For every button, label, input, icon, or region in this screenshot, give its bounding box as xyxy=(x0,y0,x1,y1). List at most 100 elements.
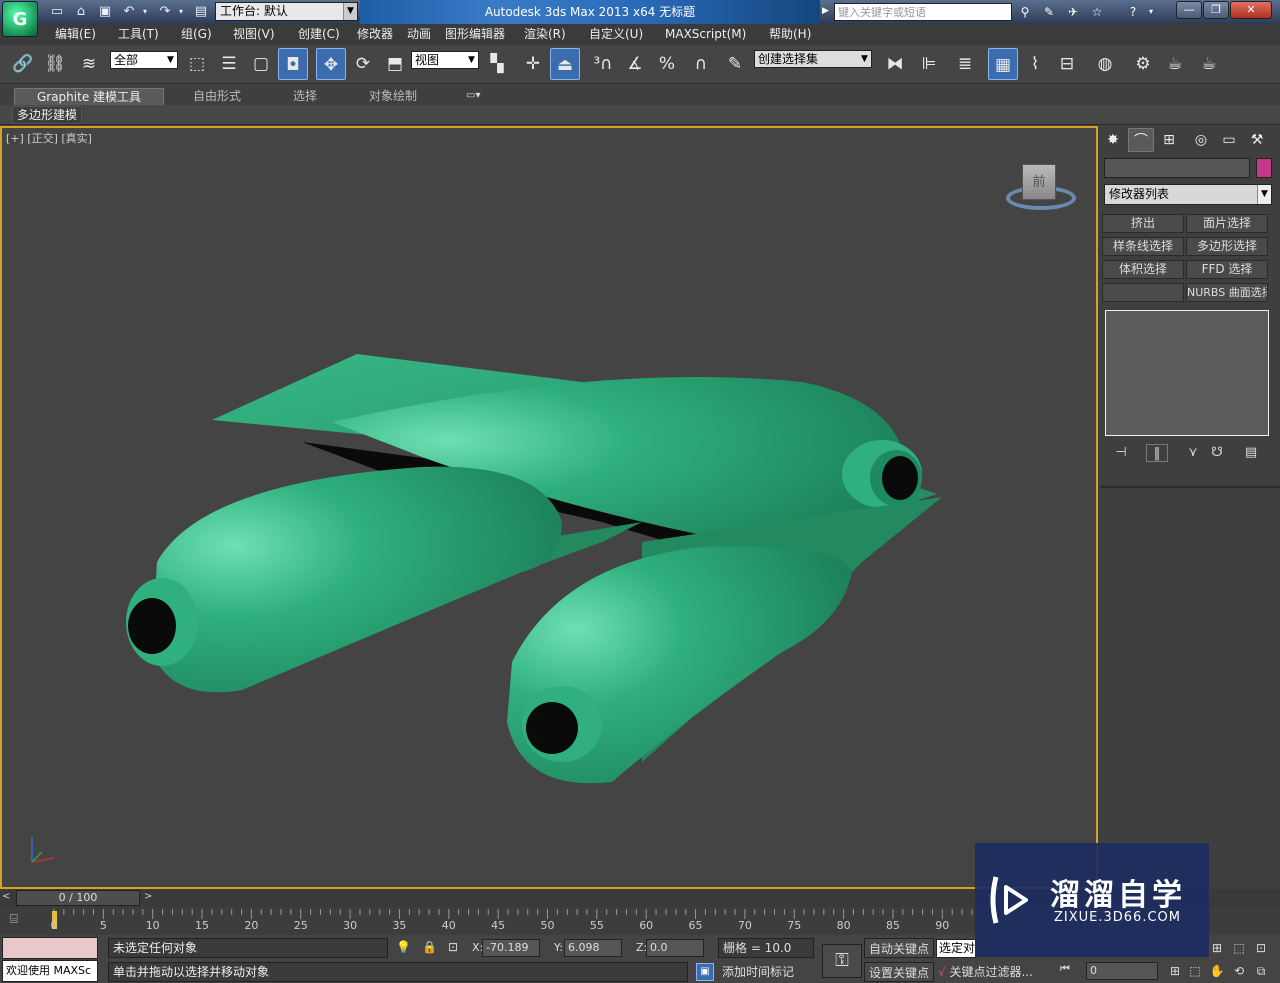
make-unique-icon[interactable]: ⋎ xyxy=(1182,444,1204,462)
perspective-viewport[interactable]: [+] [正交] [真实] 前 xyxy=(0,126,1098,889)
x-coordinate-field[interactable]: -70.189 xyxy=(482,939,540,957)
hierarchy-tab-icon[interactable]: ⊞ xyxy=(1156,128,1182,152)
mirror-icon[interactable]: ⧓ xyxy=(880,48,910,80)
align-icon[interactable]: ⊫ xyxy=(914,48,944,80)
menu-modifiers[interactable]: 修改器 xyxy=(357,24,393,45)
reference-coordinate-dropdown[interactable]: 视图 ▼ xyxy=(411,51,479,69)
orbit-icon[interactable]: ⟲ xyxy=(1230,962,1248,980)
key-filters-button[interactable]: √ 关键点过滤器... xyxy=(938,962,1050,982)
empty-modifier-button[interactable] xyxy=(1102,283,1184,302)
time-config-icon[interactable]: ⊞ xyxy=(1166,962,1184,980)
close-button[interactable]: ✕ xyxy=(1230,1,1272,19)
save-icon[interactable]: ▣ xyxy=(96,3,114,21)
show-end-result-icon[interactable]: ‖ xyxy=(1146,444,1168,462)
utilities-tab-icon[interactable]: ⚒ xyxy=(1244,128,1270,152)
menu-create[interactable]: 创建(C) xyxy=(298,24,340,45)
modifier-list-dropdown[interactable]: 修改器列表 ▼ xyxy=(1104,184,1272,205)
maxscript-listener[interactable] xyxy=(2,937,98,959)
menu-help[interactable]: 帮助(H) xyxy=(769,24,811,45)
edit-named-selection-icon[interactable]: ✎ xyxy=(720,48,750,80)
isolate-selection-icon[interactable]: 💡 xyxy=(396,940,411,954)
select-and-scale-icon[interactable]: ⬒ xyxy=(380,48,410,80)
undo-dropdown-icon[interactable]: ▾ xyxy=(140,3,150,21)
spinner-snap-icon[interactable]: ∩ xyxy=(686,48,716,80)
named-selection-dropdown[interactable]: 创建选择集 ▼ xyxy=(754,50,872,68)
subscription-icon[interactable]: ✎ xyxy=(1040,3,1058,21)
menu-edit[interactable]: 编辑(E) xyxy=(55,24,96,45)
nurbs-surface-select-button[interactable]: NURBS 曲面选择 xyxy=(1186,283,1268,302)
maxscript-welcome[interactable]: 欢迎使用 MAXSc xyxy=(2,960,98,982)
select-manipulate-icon[interactable]: ✛ xyxy=(518,48,548,80)
volume-select-button[interactable]: 体积选择 xyxy=(1102,260,1184,279)
tab-freeform[interactable]: 自由形式 xyxy=(185,88,249,105)
menu-tools[interactable]: 工具(T) xyxy=(118,24,159,45)
select-object-icon[interactable]: ⬚ xyxy=(182,48,212,80)
help-icon[interactable]: ? xyxy=(1124,3,1142,21)
poly-select-button[interactable]: 多边形选择 xyxy=(1186,237,1268,256)
viewcube-front-face[interactable]: 前 xyxy=(1022,164,1056,200)
modifier-stack[interactable] xyxy=(1105,310,1269,436)
tab-object-paint[interactable]: 对象绘制 xyxy=(361,88,425,105)
link-icon[interactable]: 🔗 xyxy=(8,48,38,80)
favorites-star-icon[interactable]: ☆ xyxy=(1088,3,1106,21)
time-slider[interactable]: 0 / 100 xyxy=(16,890,140,906)
menu-rendering[interactable]: 渲染(R) xyxy=(524,24,566,45)
app-logo-icon[interactable]: G xyxy=(2,1,38,37)
workspace-select[interactable]: 工作台: 默认 ▼ xyxy=(215,2,358,21)
create-tab-icon[interactable]: ✸ xyxy=(1100,128,1126,152)
zoom-extents-all-icon[interactable]: ⊡ xyxy=(1252,939,1270,957)
select-by-name-icon[interactable]: ☰ xyxy=(214,48,244,80)
ffd-select-button[interactable]: FFD 选择 xyxy=(1186,260,1268,279)
menu-customize[interactable]: 自定义(U) xyxy=(589,24,643,45)
render-production-icon[interactable]: ☕ xyxy=(1194,48,1224,80)
binoculars-icon[interactable]: ⚲ xyxy=(1016,3,1034,21)
y-coordinate-field[interactable]: 6.098 xyxy=(564,939,622,957)
zoom-region-icon[interactable]: ⬚ xyxy=(1186,962,1204,980)
percent-snap-icon[interactable]: % xyxy=(652,48,682,80)
auto-key-button[interactable]: 自动关键点 xyxy=(864,938,934,958)
keyboard-shortcut-override-icon[interactable]: ⏏ xyxy=(550,48,580,80)
menu-group[interactable]: 组(G) xyxy=(181,24,212,45)
ribbon-options-icon[interactable]: ▭▾ xyxy=(458,88,488,105)
new-file-icon[interactable]: ▭ xyxy=(48,3,66,21)
pivot-center-icon[interactable]: ▚ xyxy=(482,48,512,80)
render-setup-icon[interactable]: ⚙ xyxy=(1128,48,1158,80)
communication-center-icon[interactable]: ✈ xyxy=(1064,3,1082,21)
select-and-rotate-icon[interactable]: ⟳ xyxy=(348,48,378,80)
slider-prev-icon[interactable]: < xyxy=(2,891,10,902)
rectangular-selection-icon[interactable]: ▢ xyxy=(246,48,276,80)
snaps-toggle-icon[interactable]: ³∩ xyxy=(588,48,618,80)
bind-space-warp-icon[interactable]: ≋ xyxy=(74,48,104,80)
viewcube[interactable]: 前 xyxy=(1004,160,1078,216)
extrude-button[interactable]: 挤出 xyxy=(1102,214,1184,233)
patch-select-button[interactable]: 面片选择 xyxy=(1186,214,1268,233)
layer-manager-icon[interactable]: ≣ xyxy=(950,48,980,80)
unlink-icon[interactable]: ⛓ xyxy=(40,48,70,80)
menu-views[interactable]: 视图(V) xyxy=(233,24,275,45)
object-name-field[interactable] xyxy=(1104,158,1250,178)
select-and-move-icon[interactable]: ✥ xyxy=(316,48,346,80)
tab-selection[interactable]: 选择 xyxy=(285,88,325,105)
redo-dropdown-icon[interactable]: ▾ xyxy=(176,3,186,21)
display-tab-icon[interactable]: ▭ xyxy=(1216,128,1242,152)
angle-snap-icon[interactable]: ∡ xyxy=(620,48,650,80)
maximize-viewport-icon[interactable]: ⧉ xyxy=(1252,962,1270,980)
schematic-view-icon[interactable]: ⊟ xyxy=(1052,48,1082,80)
project-folder-icon[interactable]: ▤ xyxy=(192,3,210,21)
go-to-start-icon[interactable]: ⏮ xyxy=(1060,962,1070,976)
undo-icon[interactable]: ↶ xyxy=(120,3,138,21)
lock-selection-icon[interactable]: 🔒 xyxy=(422,940,437,954)
spline-select-button[interactable]: 样条线选择 xyxy=(1102,237,1184,256)
z-coordinate-field[interactable]: 0.0 xyxy=(646,939,704,957)
mini-curve-editor-icon[interactable]: ⌸ xyxy=(10,912,18,927)
window-crossing-icon[interactable]: ◘ xyxy=(278,48,308,80)
selection-filter-dropdown[interactable]: 全部 ▼ xyxy=(110,51,178,69)
pan-hand-icon[interactable]: ✋ xyxy=(1208,962,1226,980)
search-input[interactable]: 键入关键字或短语 xyxy=(834,3,1012,21)
graphite-toggle-icon[interactable]: ▦ xyxy=(988,48,1018,80)
add-time-tag[interactable]: 添加时间标记 xyxy=(718,962,818,982)
curve-editor-icon[interactable]: ⌇ xyxy=(1020,48,1050,80)
object-color-swatch[interactable] xyxy=(1256,158,1272,178)
rendered-frame-window-icon[interactable]: ☕ xyxy=(1160,48,1190,80)
zoom-extents-icon[interactable]: ⬚ xyxy=(1230,939,1248,957)
